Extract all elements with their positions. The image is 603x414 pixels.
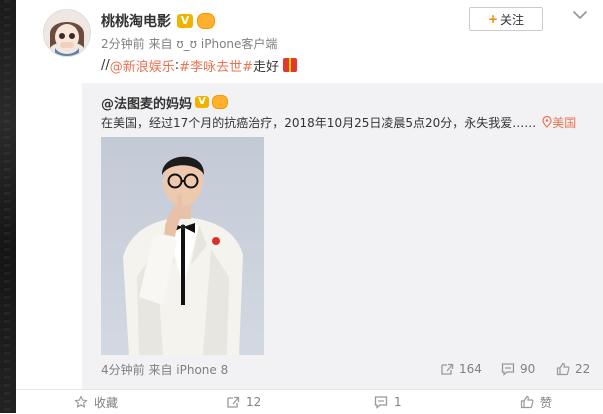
repost-text: 在美国，经过17个月的抗癌治疗，2018年10月25日凌晨5点20分，永失我爱…… bbox=[101, 115, 537, 130]
hashtag-link[interactable]: #李咏去世# bbox=[179, 56, 253, 75]
photo-man-in-white-suit bbox=[101, 137, 264, 355]
repost-comment-count[interactable]: 90 bbox=[501, 361, 535, 377]
comment-button-count: 1 bbox=[394, 395, 402, 409]
repost-meta[interactable]: 4分钟前 来自 iPhone 8 bbox=[101, 361, 228, 378]
follow-button[interactable]: + 关注 bbox=[469, 7, 543, 31]
favorite-button[interactable]: 收藏 bbox=[74, 394, 118, 410]
like-button[interactable]: 赞 bbox=[520, 394, 552, 410]
chevron-down-icon[interactable] bbox=[571, 8, 589, 22]
author-name[interactable]: 桃桃淘电影 bbox=[101, 11, 171, 31]
repost-share-count[interactable]: 164 bbox=[440, 361, 482, 377]
repost-photo[interactable] bbox=[101, 137, 264, 355]
repost-text-row: 在美国，经过17个月的抗癌治疗，2018年10月25日凌晨5点20分，永失我爱…… bbox=[101, 113, 576, 131]
comment-count-label: 90 bbox=[520, 362, 536, 376]
post-text-prefix: // bbox=[101, 57, 110, 73]
favorite-label: 收藏 bbox=[94, 395, 119, 410]
comment-icon bbox=[501, 363, 515, 376]
repost-icon bbox=[227, 396, 240, 408]
post-text: // @新浪娱乐 : #李咏去世# 走好 bbox=[101, 55, 297, 75]
location-link[interactable]: 美国 bbox=[542, 114, 576, 131]
follow-label: 关注 bbox=[500, 12, 525, 27]
like-icon bbox=[520, 395, 534, 409]
comment-button[interactable]: 1 bbox=[374, 394, 402, 410]
verified-badge-icon: V bbox=[177, 14, 193, 28]
location-pin-icon bbox=[542, 116, 552, 128]
fan-badge-icon bbox=[197, 13, 215, 29]
repost-author-mention[interactable]: @法图麦的妈妈 bbox=[101, 93, 192, 112]
post-author: 桃桃淘电影 V bbox=[101, 11, 215, 31]
avatar[interactable] bbox=[43, 9, 91, 57]
repost-author: @法图麦的妈妈 V bbox=[101, 93, 229, 112]
fan-badge-icon bbox=[212, 95, 229, 109]
repost-icon bbox=[441, 363, 454, 375]
like-label: 赞 bbox=[540, 395, 553, 410]
mention-link[interactable]: @新浪娱乐 bbox=[110, 56, 175, 75]
left-edge-strip bbox=[0, 0, 16, 413]
post-text-suffix: 走好 bbox=[252, 59, 279, 75]
like-icon bbox=[556, 362, 570, 376]
location-label: 美国 bbox=[552, 115, 577, 130]
repost-button-count: 12 bbox=[246, 395, 262, 409]
repost-button[interactable]: 12 bbox=[226, 394, 261, 410]
repost-count-label: 164 bbox=[459, 362, 482, 376]
plus-icon: + bbox=[487, 12, 499, 26]
repost-like-count[interactable]: 22 bbox=[556, 361, 590, 377]
post-meta[interactable]: 2分钟前 来自 ʊ_ʊ iPhone客户端 bbox=[101, 35, 277, 52]
star-icon bbox=[74, 395, 88, 408]
verified-badge-icon: V bbox=[195, 96, 210, 108]
avatar-illustration bbox=[44, 10, 90, 56]
comment-icon bbox=[374, 396, 388, 409]
like-count-label: 22 bbox=[575, 362, 591, 376]
gift-icon bbox=[282, 58, 297, 72]
